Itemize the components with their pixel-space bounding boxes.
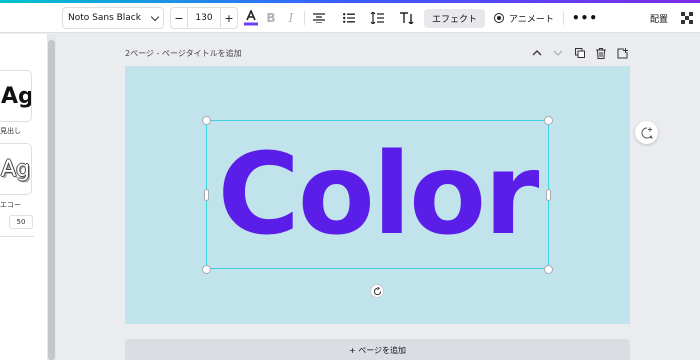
transparency-icon — [681, 12, 693, 24]
move-page-down-button[interactable] — [552, 47, 564, 59]
comment-plus-icon — [641, 127, 653, 139]
italic-icon: I — [288, 11, 294, 25]
bullet-list-icon — [343, 13, 355, 23]
text-color-button[interactable] — [242, 3, 260, 33]
add-comment-button[interactable] — [635, 121, 658, 144]
scrollbar-thumb[interactable] — [48, 40, 55, 360]
increase-font-size-button[interactable]: + — [221, 12, 237, 25]
style-card-label: 見出し — [0, 127, 21, 135]
text-color-icon — [244, 10, 258, 26]
resize-handle-bottom-right[interactable] — [544, 265, 553, 274]
add-page-icon-button[interactable] — [616, 47, 628, 59]
more-icon: ••• — [572, 11, 599, 25]
delete-page-button[interactable] — [595, 47, 607, 59]
style-card-label: エコー — [0, 201, 21, 209]
add-page-button[interactable]: + ページを追加 — [125, 339, 630, 360]
decrease-font-size-button[interactable]: − — [171, 12, 187, 25]
style-card-heading[interactable]: Ag — [0, 70, 32, 122]
effects-label: エフェクト — [432, 15, 478, 25]
style-card-preview: Ag — [1, 83, 32, 109]
bold-icon: B — [266, 11, 276, 25]
move-page-up-button[interactable] — [531, 47, 543, 59]
resize-handle-bottom-left[interactable] — [202, 265, 211, 274]
font-size-input[interactable]: 130 — [187, 8, 221, 28]
side-panel-scrollbar[interactable] — [47, 34, 56, 360]
duplicate-page-button[interactable] — [574, 47, 586, 59]
page-title[interactable]: 2ページ - ページタイトルを追加 — [125, 48, 242, 59]
effects-button[interactable]: エフェクト — [424, 9, 486, 28]
spacing-button[interactable] — [368, 3, 386, 33]
align-center-icon — [313, 13, 325, 23]
text-orientation-icon — [400, 12, 414, 24]
style-card-echo[interactable]: Ag — [0, 143, 32, 195]
vertical-text-button[interactable] — [398, 3, 416, 33]
resize-handle-top-left[interactable] — [202, 116, 211, 125]
selection-box — [206, 120, 549, 269]
chevron-down-icon — [553, 50, 563, 56]
resize-handle-left[interactable] — [204, 189, 209, 201]
bold-button[interactable]: B — [262, 3, 280, 33]
align-button[interactable] — [310, 3, 328, 33]
text-toolbar: Noto Sans Black − 130 + B I エフェクト アニメート … — [0, 3, 700, 33]
animate-button[interactable]: アニメート — [494, 3, 554, 33]
font-family-label: Noto Sans Black — [68, 13, 141, 23]
effect-value-input[interactable]: 50 — [9, 215, 33, 229]
animate-icon — [494, 13, 504, 23]
italic-button[interactable]: I — [282, 3, 300, 33]
font-size-control: − 130 + — [170, 7, 238, 29]
chevron-up-icon — [532, 50, 542, 56]
trash-icon — [596, 47, 606, 59]
animate-label: アニメート — [509, 14, 554, 25]
arrange-label: 配置 — [650, 14, 669, 25]
more-options-button[interactable]: ••• — [572, 3, 598, 33]
copy-icon — [575, 48, 585, 58]
panel-divider — [0, 236, 34, 237]
rotate-icon — [373, 286, 381, 295]
rotate-handle[interactable] — [370, 284, 384, 298]
list-button[interactable] — [340, 3, 358, 33]
line-spacing-icon — [370, 12, 384, 24]
style-card-preview: Ag — [1, 156, 31, 182]
transparency-button[interactable] — [680, 3, 694, 33]
resize-handle-top-right[interactable] — [544, 116, 553, 125]
font-family-dropdown[interactable]: Noto Sans Black — [62, 7, 164, 29]
chevron-down-icon — [150, 12, 160, 21]
add-page-icon — [617, 47, 628, 58]
toolbar-divider — [304, 11, 305, 25]
arrange-button[interactable]: 配置 — [650, 3, 668, 33]
toolbar-divider — [563, 11, 564, 25]
effects-side-panel: Ag 見出し Ag エコー 50 — [0, 34, 47, 360]
resize-handle-right[interactable] — [546, 189, 551, 201]
